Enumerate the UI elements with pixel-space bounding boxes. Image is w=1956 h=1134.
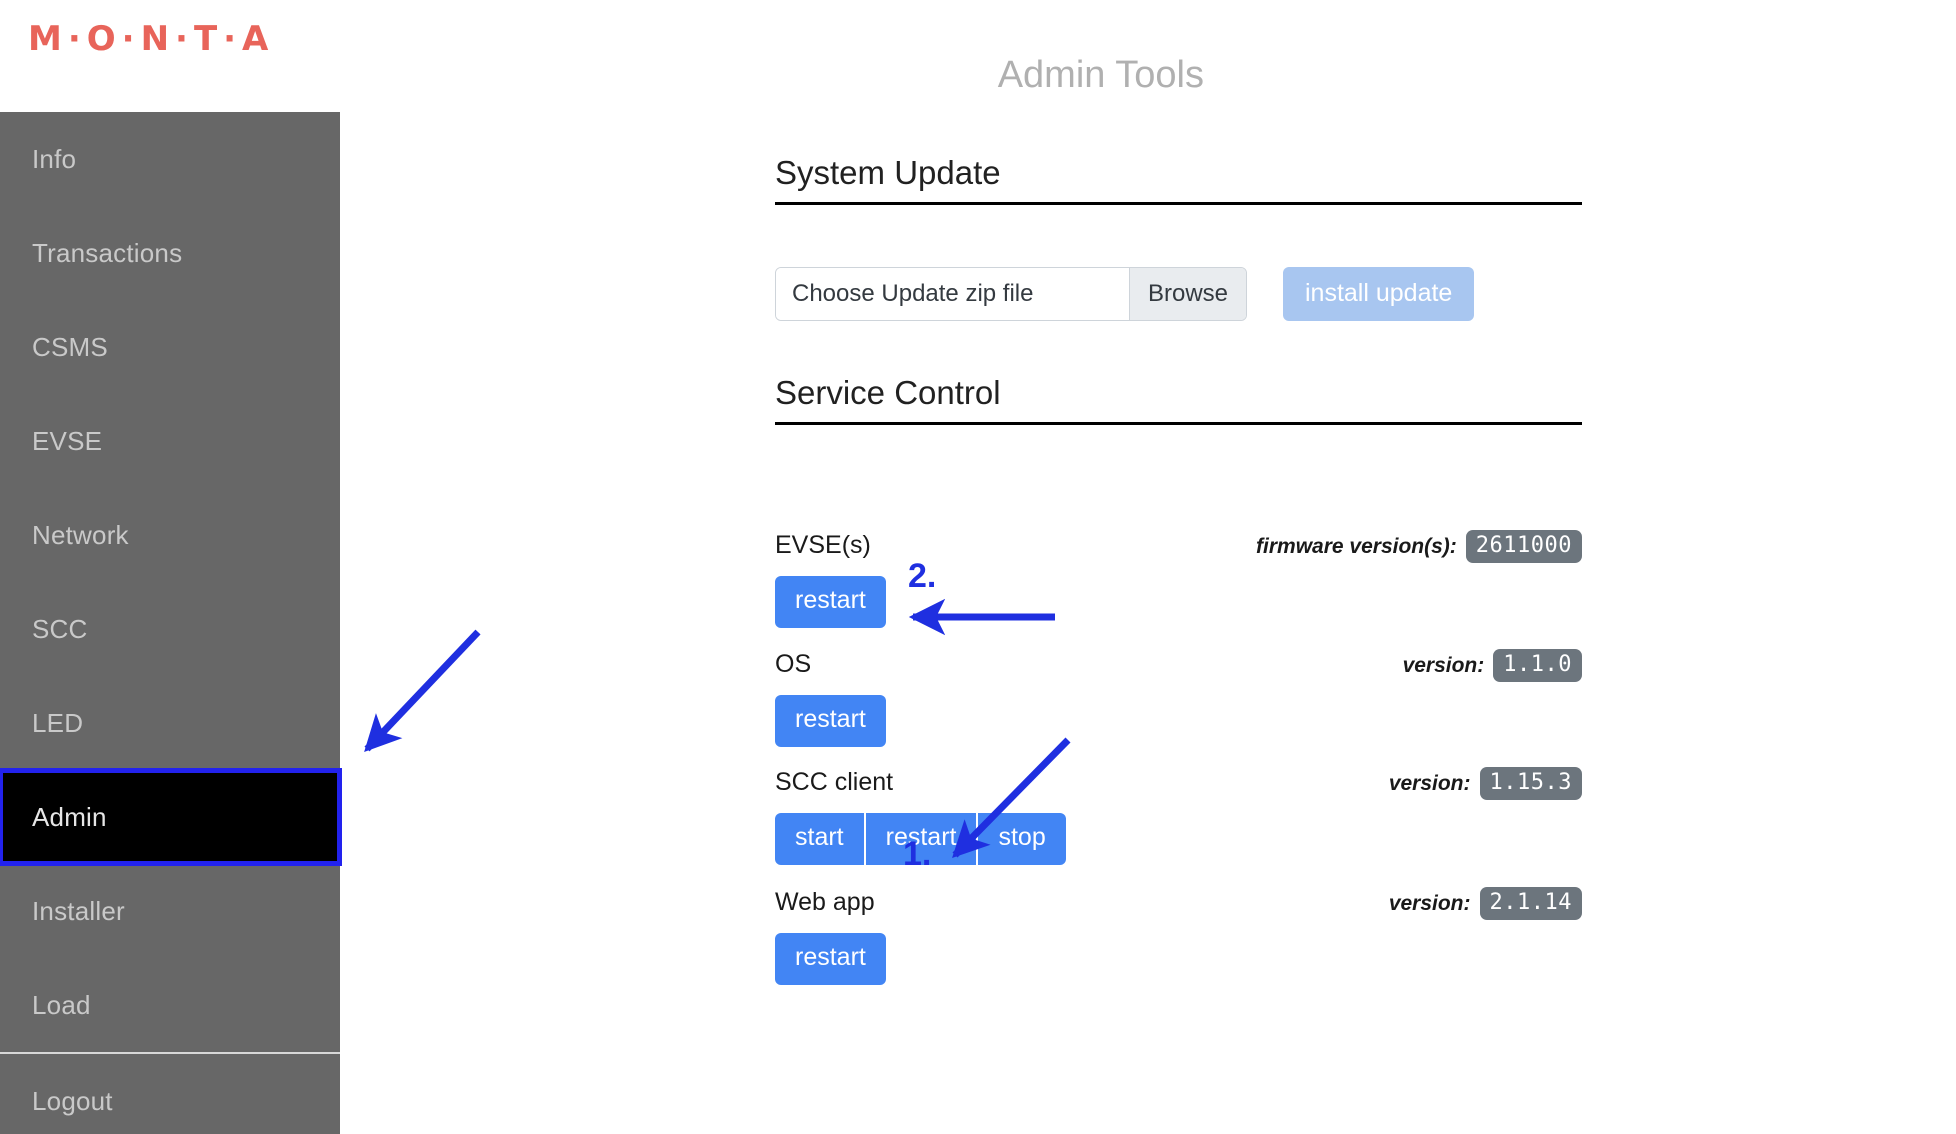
sidebar-item-label: Admin xyxy=(32,801,107,832)
sidebar-item-label: Info xyxy=(32,143,77,174)
version-badge: 2.1.14 xyxy=(1479,887,1582,921)
version-label: version: xyxy=(1402,653,1485,677)
sidebar-item-installer[interactable]: Installer xyxy=(0,864,340,958)
update-file-input-group[interactable]: Choose Update zip file Browse xyxy=(775,266,1247,321)
sidebar: Info Transactions CSMS EVSE Network SCC … xyxy=(0,112,342,1134)
system-update-title: System Update xyxy=(775,154,1582,205)
update-file-input[interactable]: Choose Update zip file xyxy=(776,267,1129,320)
service-actions: restart xyxy=(775,695,1582,747)
sidebar-item-logout[interactable]: Logout xyxy=(0,1054,340,1134)
evse-restart-button[interactable]: restart xyxy=(775,576,886,628)
annotation-label-2: 2. xyxy=(908,557,937,595)
system-update-form: Choose Update zip file Browse install up… xyxy=(775,266,1582,321)
sidebar-item-scc[interactable]: SCC xyxy=(0,582,340,676)
sidebar-item-led[interactable]: LED xyxy=(0,676,340,770)
service-row-os: OS version: 1.1.0 restart xyxy=(775,649,1582,747)
service-actions: restart xyxy=(775,576,1582,628)
admin-tools-page: M·O·N·T·A Admin Tools Info Transactions … xyxy=(0,0,1956,1134)
service-row-scc-client: SCC client version: 1.15.3 start restart… xyxy=(775,767,1582,865)
monta-logo: M·O·N·T·A xyxy=(28,19,275,59)
version-label: version: xyxy=(1388,771,1471,795)
scc-start-button[interactable]: start xyxy=(775,813,864,865)
service-name: SCC client xyxy=(775,767,894,796)
service-version: version: 1.1.0 xyxy=(1402,649,1582,683)
service-name: EVSE(s) xyxy=(775,530,871,559)
webapp-restart-button[interactable]: restart xyxy=(775,933,886,985)
scc-stop-button[interactable]: stop xyxy=(976,813,1066,865)
sidebar-item-info[interactable]: Info xyxy=(0,112,340,206)
service-header: EVSE(s) firmware version(s): 2611000 xyxy=(775,530,1582,564)
page-title: Admin Tools xyxy=(997,54,1204,96)
sidebar-item-label: LED xyxy=(32,707,84,738)
system-update-section: System Update Choose Update zip file Bro… xyxy=(775,154,1582,321)
sidebar-item-evse[interactable]: EVSE xyxy=(0,394,340,488)
service-version: firmware version(s): 2611000 xyxy=(1256,530,1582,564)
annotation-label-1: 1. xyxy=(903,835,932,873)
service-version: version: 1.15.3 xyxy=(1388,767,1582,801)
version-badge: 1.1.0 xyxy=(1493,649,1582,683)
sidebar-item-csms[interactable]: CSMS xyxy=(0,300,340,394)
sidebar-item-label: SCC xyxy=(32,613,88,644)
install-update-button[interactable]: install update xyxy=(1283,266,1475,321)
service-header: Web app version: 2.1.14 xyxy=(775,887,1582,921)
service-header: SCC client version: 1.15.3 xyxy=(775,767,1582,801)
service-actions: start restart stop xyxy=(775,813,1582,865)
sidebar-item-label: Load xyxy=(32,989,91,1020)
service-control-title: Service Control xyxy=(775,374,1582,425)
service-header: OS version: 1.1.0 xyxy=(775,649,1582,683)
sidebar-item-label: Network xyxy=(32,519,129,550)
service-actions: restart xyxy=(775,933,1582,985)
service-row-web-app: Web app version: 2.1.14 restart xyxy=(775,887,1582,985)
version-label: firmware version(s): xyxy=(1256,534,1457,558)
sidebar-item-label: Installer xyxy=(32,895,125,926)
sidebar-item-label: Transactions xyxy=(32,237,183,268)
sidebar-item-label: CSMS xyxy=(32,331,108,362)
browse-button[interactable]: Browse xyxy=(1128,267,1246,320)
sidebar-item-network[interactable]: Network xyxy=(0,488,340,582)
sidebar-item-label: EVSE xyxy=(32,425,103,456)
service-control-section: Service Control xyxy=(775,374,1582,425)
sidebar-item-admin[interactable]: Admin xyxy=(0,768,342,866)
version-badge: 1.15.3 xyxy=(1479,767,1582,801)
main-content: System Update Choose Update zip file Bro… xyxy=(340,112,1956,1134)
service-name: OS xyxy=(775,649,812,678)
sidebar-item-label: Logout xyxy=(32,1085,113,1116)
service-row-evse: EVSE(s) firmware version(s): 2611000 res… xyxy=(775,530,1582,628)
sidebar-item-transactions[interactable]: Transactions xyxy=(0,206,340,300)
service-name: Web app xyxy=(775,887,875,916)
version-label: version: xyxy=(1388,891,1471,915)
version-badge: 2611000 xyxy=(1465,530,1582,564)
service-version: version: 2.1.14 xyxy=(1388,887,1582,921)
os-restart-button[interactable]: restart xyxy=(775,695,886,747)
sidebar-item-load[interactable]: Load xyxy=(0,958,340,1052)
